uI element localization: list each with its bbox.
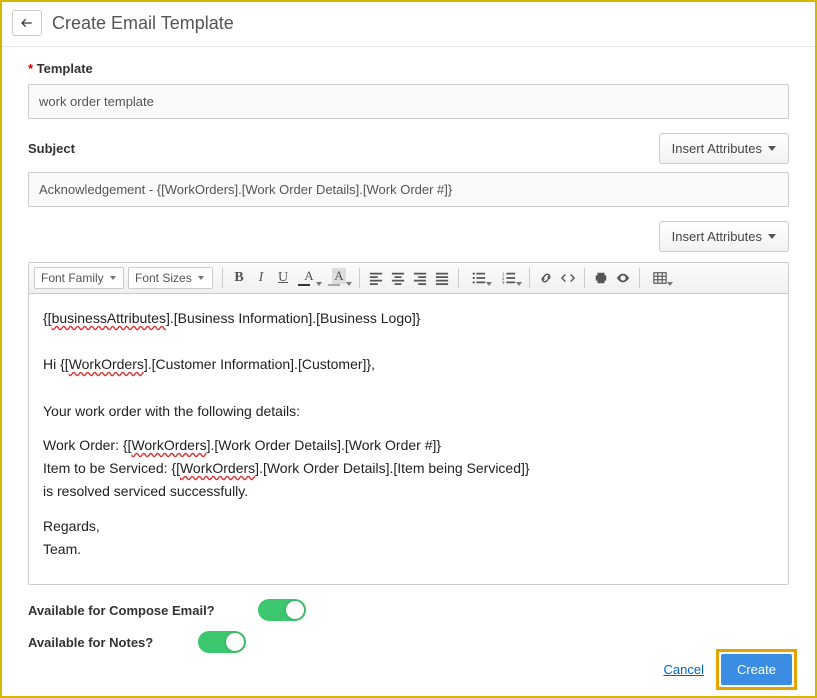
bold-button[interactable]: B	[228, 267, 250, 289]
bullet-list-button[interactable]	[464, 267, 494, 289]
subject-field: Subject Insert Attributes	[28, 133, 789, 207]
align-left-button[interactable]	[365, 267, 387, 289]
align-right-button[interactable]	[409, 267, 431, 289]
back-arrow-icon	[19, 16, 35, 30]
create-highlight: Create	[716, 649, 797, 690]
back-button[interactable]	[12, 10, 42, 36]
form-area: Template Subject Insert Attributes Inser…	[2, 47, 815, 653]
create-button[interactable]: Create	[721, 654, 792, 685]
caret-down-icon	[110, 276, 116, 280]
caret-down-icon	[198, 276, 204, 280]
underline-button[interactable]: U	[272, 267, 294, 289]
compose-toggle-label: Available for Compose Email?	[28, 603, 258, 618]
link-button[interactable]	[535, 267, 557, 289]
app-frame: Create Email Template Template Subject I…	[0, 0, 817, 698]
numbered-list-icon: 123	[502, 271, 516, 285]
insert-attributes-subject-button[interactable]: Insert Attributes	[659, 133, 789, 164]
font-family-select[interactable]: Font Family	[34, 267, 124, 289]
print-button[interactable]	[590, 267, 612, 289]
table-icon	[653, 271, 667, 285]
template-field: Template	[28, 61, 789, 119]
table-button[interactable]	[645, 267, 675, 289]
code-icon	[561, 271, 575, 285]
template-input[interactable]	[28, 84, 789, 119]
font-size-select[interactable]: Font Sizes	[128, 267, 213, 289]
page-header: Create Email Template	[2, 2, 815, 47]
notes-toggle-label: Available for Notes?	[28, 635, 198, 650]
body-attr-row: Insert Attributes	[28, 221, 789, 252]
insert-attributes-label: Insert Attributes	[672, 141, 762, 156]
compose-toggle[interactable]	[258, 599, 306, 621]
template-label: Template	[28, 61, 789, 76]
font-size-label: Font Sizes	[135, 271, 192, 285]
align-justify-icon	[435, 271, 449, 285]
insert-attributes-body-button[interactable]: Insert Attributes	[659, 221, 789, 252]
align-left-icon	[369, 271, 383, 285]
bullet-list-icon	[472, 271, 486, 285]
subject-input[interactable]	[28, 172, 789, 207]
font-family-label: Font Family	[41, 271, 104, 285]
code-button[interactable]	[557, 267, 579, 289]
align-justify-button[interactable]	[431, 267, 453, 289]
caret-down-icon	[768, 234, 776, 239]
align-center-button[interactable]	[387, 267, 409, 289]
link-icon	[539, 271, 553, 285]
cancel-link[interactable]: Cancel	[664, 662, 704, 677]
subject-label: Subject	[28, 141, 75, 156]
notes-toggle[interactable]	[198, 631, 246, 653]
page-title: Create Email Template	[52, 13, 234, 34]
caret-down-icon	[768, 146, 776, 151]
italic-button[interactable]: I	[250, 267, 272, 289]
compose-toggle-row: Available for Compose Email?	[28, 599, 789, 621]
editor-toolbar: Font Family Font Sizes B I	[29, 263, 788, 294]
align-center-icon	[391, 271, 405, 285]
print-icon	[594, 271, 608, 285]
text-color-button[interactable]: A	[294, 267, 324, 289]
eye-icon	[616, 271, 630, 285]
highlight-color-button[interactable]: A	[324, 267, 354, 289]
numbered-list-button[interactable]: 123	[494, 267, 524, 289]
svg-text:3: 3	[502, 280, 505, 285]
insert-attributes-label: Insert Attributes	[672, 229, 762, 244]
footer-actions: Cancel Create	[664, 649, 798, 690]
editor-content[interactable]: {[businessAttributes].[Business Informat…	[29, 294, 788, 584]
preview-button[interactable]	[612, 267, 634, 289]
rich-text-editor: Font Family Font Sizes B I	[28, 262, 789, 585]
align-right-icon	[413, 271, 427, 285]
